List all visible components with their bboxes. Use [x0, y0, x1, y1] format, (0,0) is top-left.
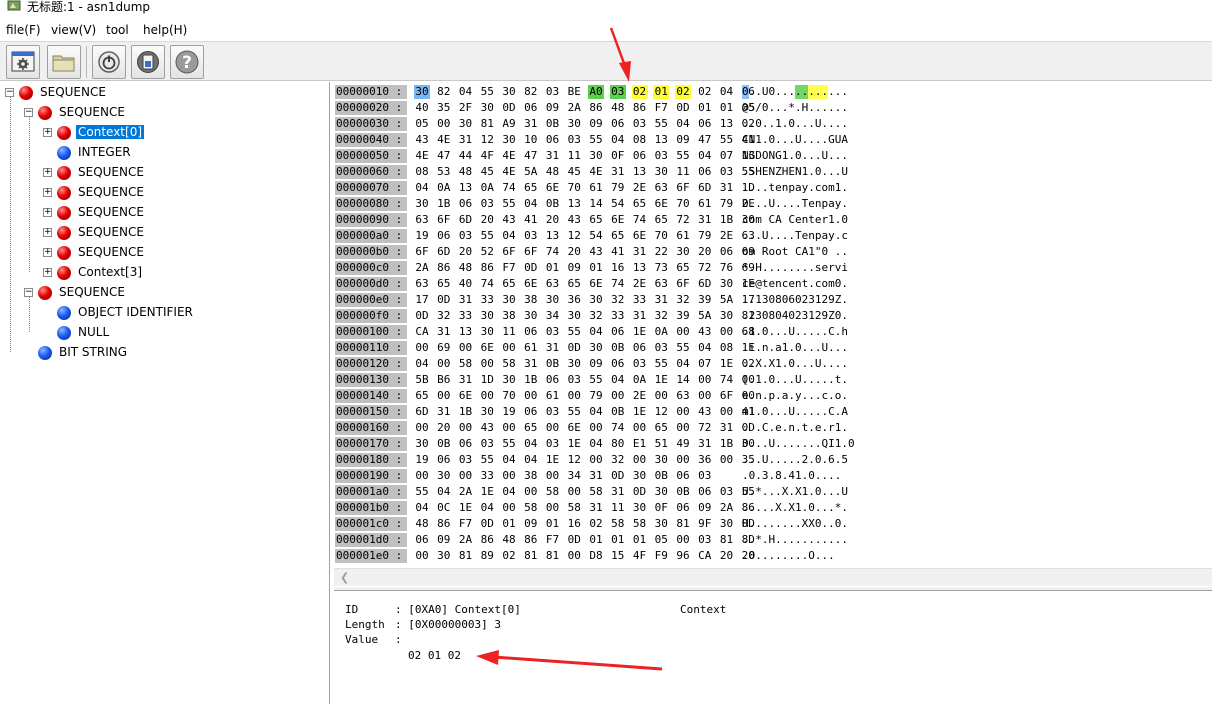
annotation-arrows [476, 27, 663, 671]
annotation-arrow-down [609, 27, 631, 82]
annotation-arrow-left [476, 650, 663, 671]
